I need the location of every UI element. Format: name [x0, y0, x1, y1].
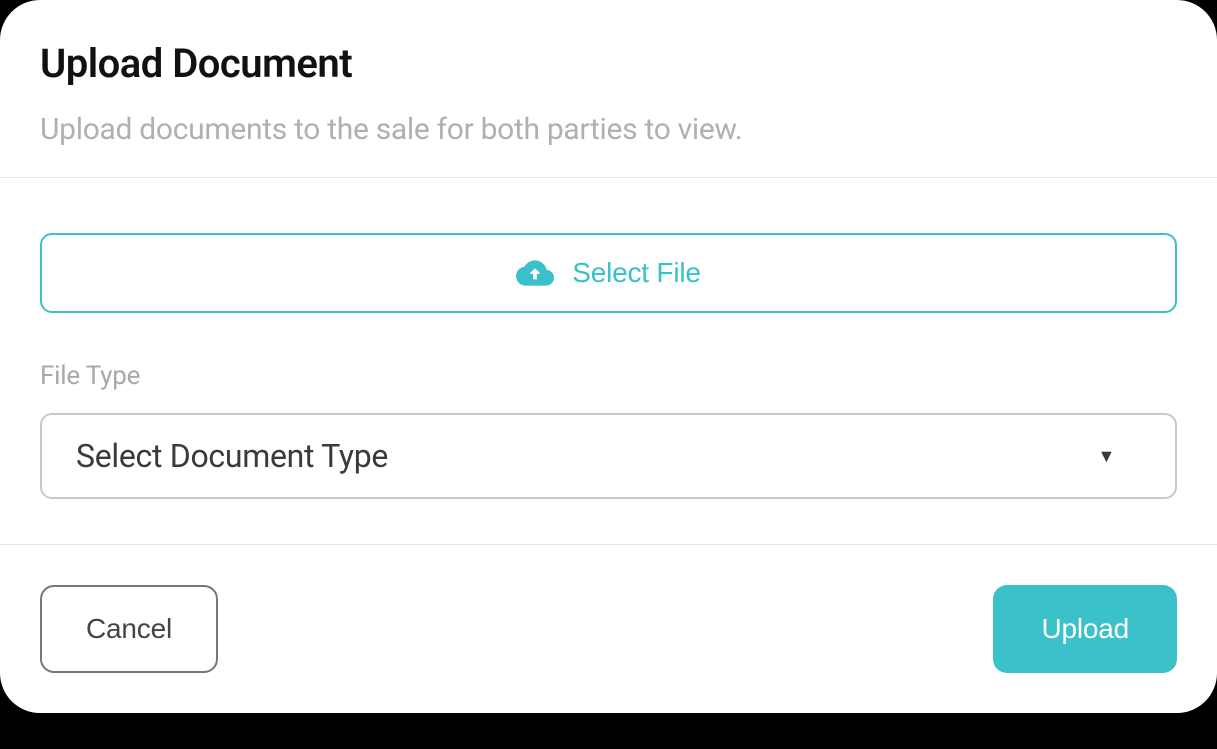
cloud-upload-icon — [516, 258, 554, 288]
upload-button[interactable]: Upload — [993, 585, 1177, 673]
modal-body: Select File File Type Select Document Ty… — [0, 178, 1217, 544]
select-file-label: Select File — [572, 257, 701, 289]
file-type-label: File Type — [40, 361, 1177, 391]
cancel-button[interactable]: Cancel — [40, 585, 218, 673]
modal-footer: Cancel Upload — [0, 545, 1217, 713]
modal-header: Upload Document Upload documents to the … — [0, 0, 1217, 177]
modal-title: Upload Document — [40, 40, 1177, 87]
doc-type-select-wrap: Select Document Type ▼ — [40, 413, 1177, 499]
caret-down-icon: ▼ — [1097, 446, 1115, 467]
doc-type-select[interactable]: Select Document Type ▼ — [40, 413, 1177, 499]
select-file-button[interactable]: Select File — [40, 233, 1177, 313]
doc-type-placeholder: Select Document Type — [76, 437, 388, 475]
modal-subtitle: Upload documents to the sale for both pa… — [40, 112, 1177, 147]
upload-document-modal: Upload Document Upload documents to the … — [0, 0, 1217, 713]
